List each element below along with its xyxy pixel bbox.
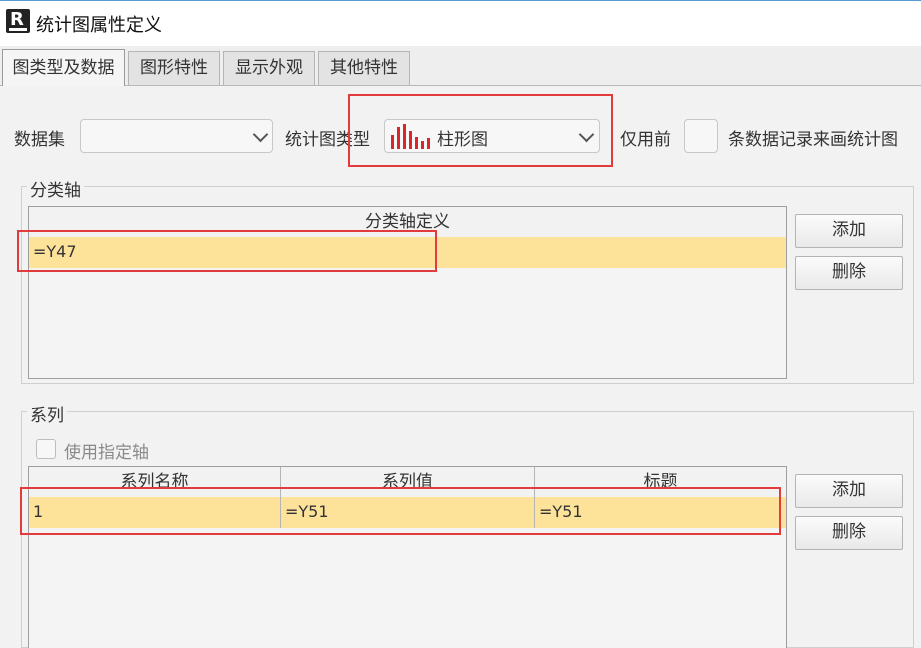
app-logo-icon: R (6, 9, 30, 33)
series-add-button[interactable]: 添加 (795, 474, 903, 508)
use-axis-checkbox[interactable] (36, 439, 56, 459)
series-delete-button[interactable]: 删除 (795, 516, 903, 550)
dataset-select[interactable] (80, 119, 273, 153)
records-suffix-label: 条数据记录来画统计图 (728, 130, 898, 150)
tab-other-properties[interactable]: 其他特性 (318, 51, 410, 85)
tab-graph-properties[interactable]: 图形特性 (128, 51, 220, 85)
category-add-button[interactable]: 添加 (795, 214, 903, 248)
chevron-down-icon (252, 126, 269, 143)
category-delete-button[interactable]: 删除 (795, 256, 903, 290)
window-title: 统计图属性定义 (36, 15, 162, 36)
annotation-box-chart-type (348, 94, 613, 167)
only-first-label: 仅用前 (620, 130, 671, 150)
annotation-box-series-row (20, 487, 781, 535)
dataset-label: 数据集 (14, 130, 65, 150)
tab-chart-type-data[interactable]: 图类型及数据 (2, 49, 125, 87)
tab-display-appearance[interactable]: 显示外观 (223, 51, 315, 85)
series-title: 系列 (27, 401, 67, 426)
annotation-box-category-row (17, 230, 437, 272)
record-count-input[interactable] (684, 119, 718, 153)
use-axis-label: 使用指定轴 (64, 443, 149, 463)
category-axis-title: 分类轴 (27, 176, 84, 201)
